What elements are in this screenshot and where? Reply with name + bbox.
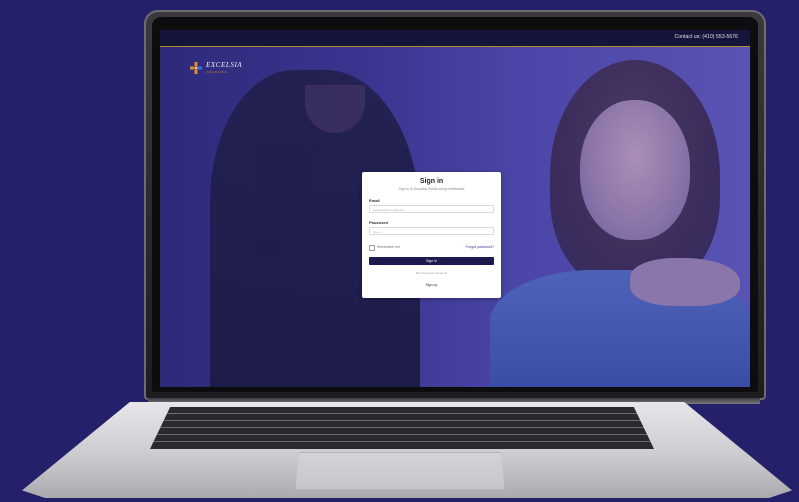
logo-mark-icon — [190, 62, 202, 74]
signin-card: Sign in Sign in to Excelsia Portal using… — [362, 172, 501, 298]
remember-label[interactable]: Remember me — [377, 245, 400, 249]
signin-title: Sign in — [419, 178, 444, 185]
remember-row: Remember me Forgot password? — [369, 244, 494, 251]
background-hand — [630, 258, 740, 306]
forgot-password-link[interactable]: Forgot password? — [466, 245, 494, 249]
marketing-stage: Contact us: (410) 553-5676 EXCELSIA INSU… — [0, 0, 799, 502]
signin-button[interactable]: Sign in — [369, 257, 494, 265]
brand-logo[interactable]: EXCELSIA INSURANCE — [190, 62, 242, 74]
remember-checkbox[interactable] — [369, 245, 375, 251]
email-field[interactable]: example@excelsia.com — [369, 205, 494, 213]
brand-tagline: INSURANCE — [206, 70, 228, 74]
man-neck — [305, 85, 365, 133]
email-label: Email — [369, 198, 380, 203]
brand-name: EXCELSIA — [206, 61, 243, 69]
keyboard-row — [150, 427, 654, 428]
logo-wordmark: EXCELSIA INSURANCE — [206, 61, 243, 75]
laptop-trackpad — [295, 452, 505, 490]
signup-link[interactable]: Sign up — [362, 283, 501, 287]
password-field[interactable]: •••••••• — [369, 227, 494, 235]
contact-link[interactable]: Contact us: (410) 553-5676 — [675, 34, 738, 40]
keyboard-row — [150, 434, 654, 435]
laptop-screen: Contact us: (410) 553-5676 EXCELSIA INSU… — [160, 30, 750, 387]
keyboard-row — [150, 441, 654, 442]
keyboard-row — [150, 420, 654, 421]
top-bar: Contact us: (410) 553-5676 — [160, 30, 750, 47]
keyboard-row — [150, 413, 654, 414]
background-person-face — [580, 100, 690, 240]
no-account-text: Don't have an account? — [415, 271, 448, 275]
signin-subtitle: Sign in to Excelsia Portal using credent… — [398, 187, 465, 191]
laptop-keyboard — [150, 407, 654, 449]
password-label: Password — [369, 220, 388, 225]
